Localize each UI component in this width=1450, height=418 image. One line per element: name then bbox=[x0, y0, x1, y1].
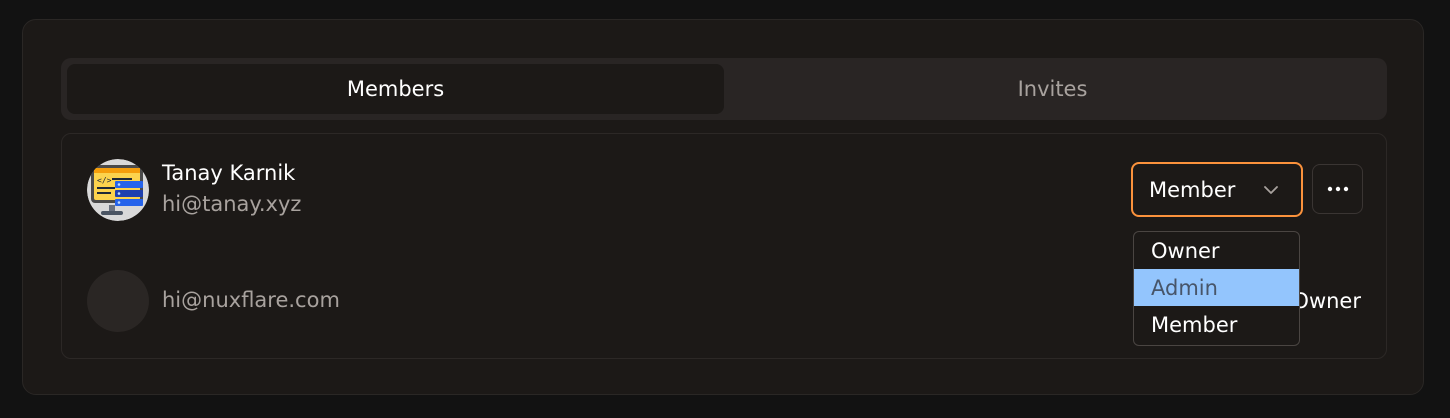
role-select-value: Member bbox=[1149, 177, 1236, 202]
members-list: </> Tanay Karnik hi@tanay.xyz Member hi@… bbox=[61, 133, 1387, 359]
more-options-button[interactable] bbox=[1312, 164, 1363, 214]
code-monitor-avatar-icon: </> bbox=[87, 159, 149, 221]
svg-text:</>: </> bbox=[97, 176, 112, 185]
more-horizontal-icon bbox=[1327, 186, 1348, 192]
role-option-member[interactable]: Member bbox=[1134, 306, 1299, 343]
tab-invites[interactable]: Invites bbox=[724, 64, 1381, 114]
avatar bbox=[87, 270, 149, 332]
role-select[interactable]: Member bbox=[1131, 162, 1303, 217]
role-option-admin[interactable]: Admin bbox=[1134, 269, 1299, 306]
avatar: </> bbox=[87, 159, 149, 221]
member-name: Tanay Karnik bbox=[162, 161, 296, 185]
role-dropdown-menu: Owner Admin Member bbox=[1133, 231, 1300, 346]
chevron-down-icon bbox=[1264, 186, 1278, 194]
team-members-card: Members Invites </> Tanay Karnik hi@tana… bbox=[22, 19, 1424, 395]
member-email: hi@tanay.xyz bbox=[162, 192, 302, 216]
member-role: Owner bbox=[1292, 289, 1361, 313]
member-email: hi@nuxflare.com bbox=[162, 288, 340, 312]
tab-members[interactable]: Members bbox=[67, 64, 724, 114]
role-option-owner[interactable]: Owner bbox=[1134, 232, 1299, 269]
tab-bar: Members Invites bbox=[61, 58, 1387, 120]
